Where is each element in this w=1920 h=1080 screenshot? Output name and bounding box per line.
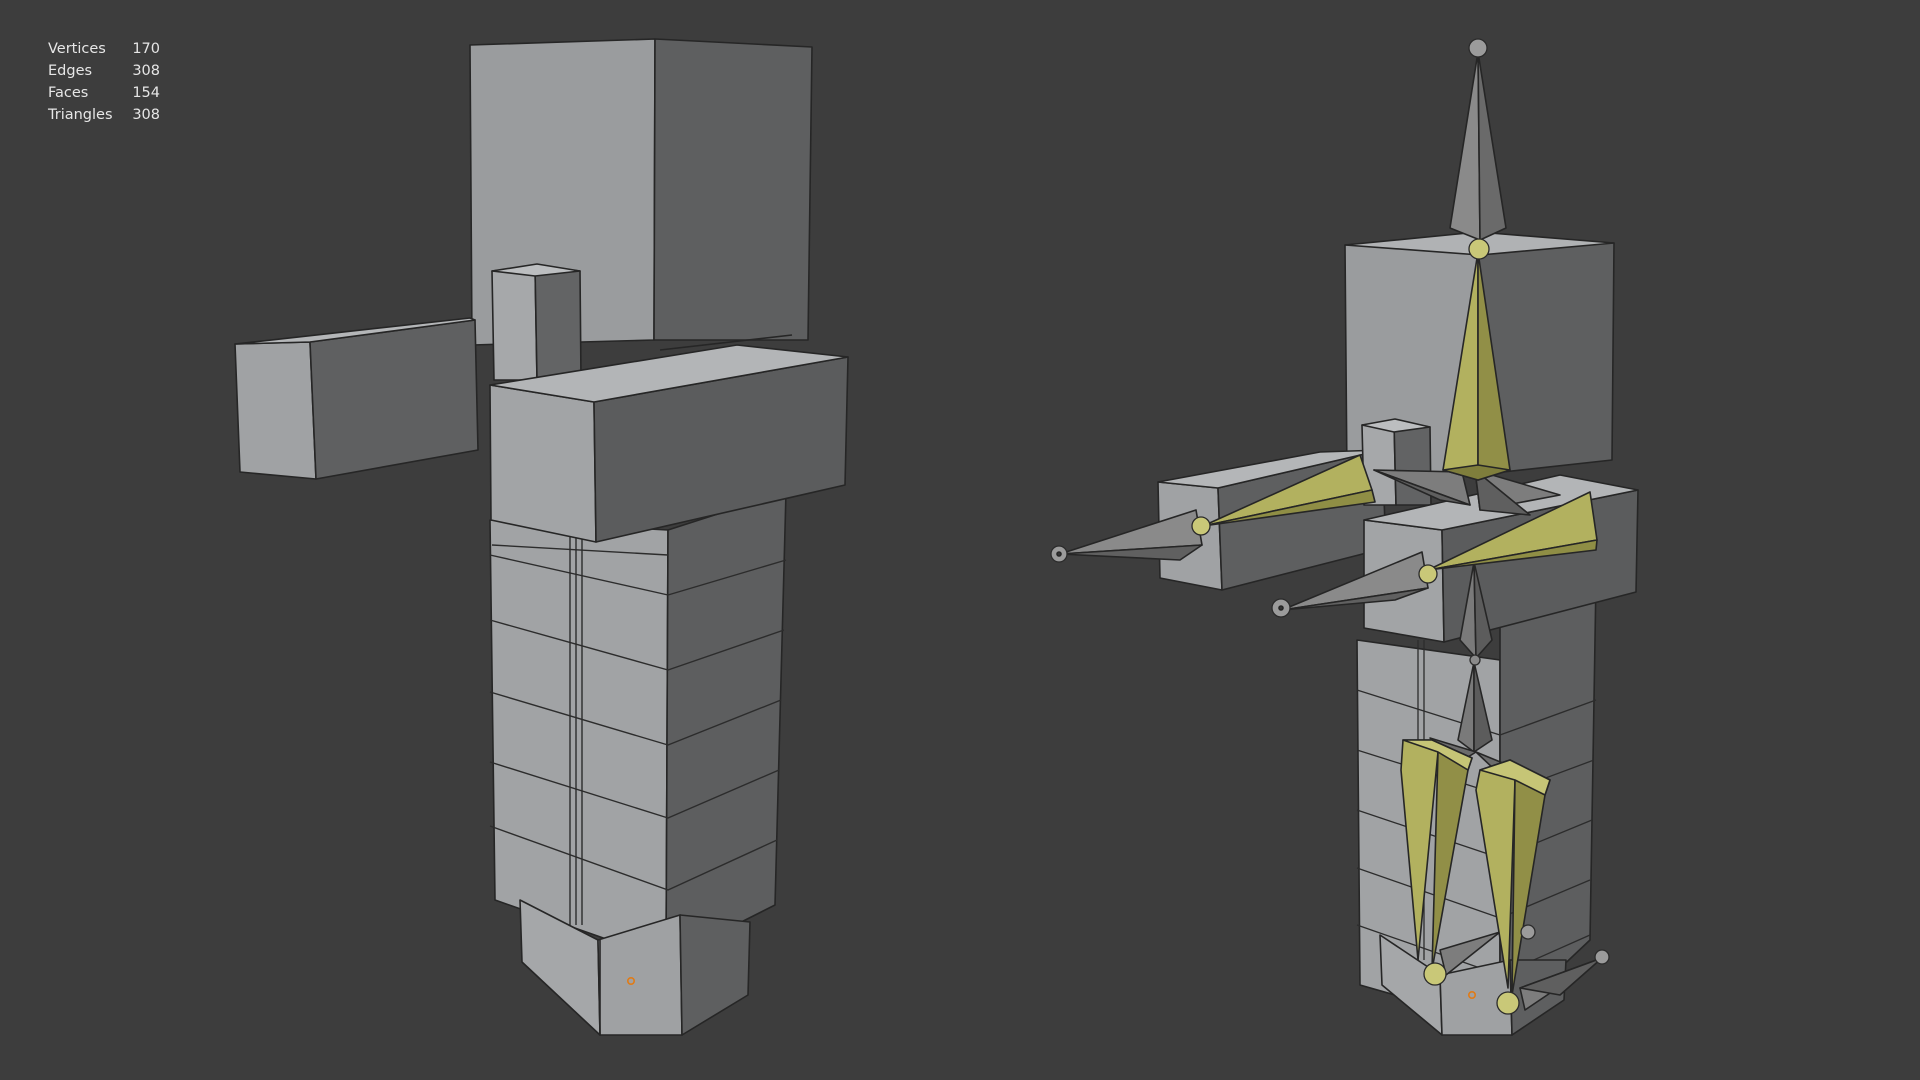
3d-viewport[interactable]: Vertices 170 Edges 308 Faces 154 Triangl… xyxy=(0,0,1920,1080)
character-armature[interactable] xyxy=(1050,38,1639,1036)
character-mesh[interactable] xyxy=(234,38,849,1036)
viewport-scene xyxy=(234,38,1639,1036)
